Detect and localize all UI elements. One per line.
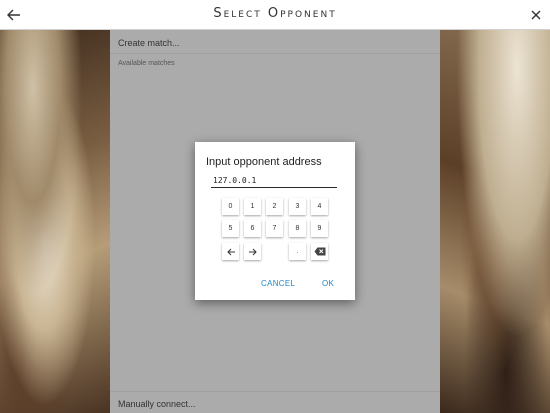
key-9[interactable]: 9 [311,220,328,237]
backspace-icon [314,247,325,256]
cursor-left-key[interactable] [222,243,239,260]
address-input[interactable] [211,174,337,188]
key-4[interactable]: 4 [311,198,328,215]
background-photo-right [440,30,550,413]
key-8[interactable]: 8 [289,220,306,237]
background-photo-left [0,30,110,413]
cancel-button[interactable]: CANCEL [261,279,295,288]
manual-connect-item[interactable]: Manually connect... [110,391,440,413]
close-icon[interactable] [526,5,546,25]
key-dot[interactable]: . [289,243,306,260]
key-7[interactable]: 7 [266,220,283,237]
backspace-key[interactable] [311,243,328,260]
address-dialog: Input opponent address 0 1 2 3 4 5 6 7 8… [195,142,355,300]
key-3[interactable]: 3 [289,198,306,215]
title-bar: Select Opponent [0,0,550,30]
cursor-right-key[interactable] [244,243,261,260]
key-1[interactable]: 1 [244,198,261,215]
arrow-right-icon [248,248,257,255]
key-5[interactable]: 5 [222,220,239,237]
arrow-left-icon [226,248,235,255]
key-6[interactable]: 6 [244,220,261,237]
dialog-title: Input opponent address [206,156,322,168]
create-match-item[interactable]: Create match... [110,30,440,54]
ok-button[interactable]: OK [322,279,334,288]
page-title: Select Opponent [213,6,337,21]
key-2[interactable]: 2 [266,198,283,215]
available-matches-header: Available matches [118,60,175,67]
key-0[interactable]: 0 [222,198,239,215]
